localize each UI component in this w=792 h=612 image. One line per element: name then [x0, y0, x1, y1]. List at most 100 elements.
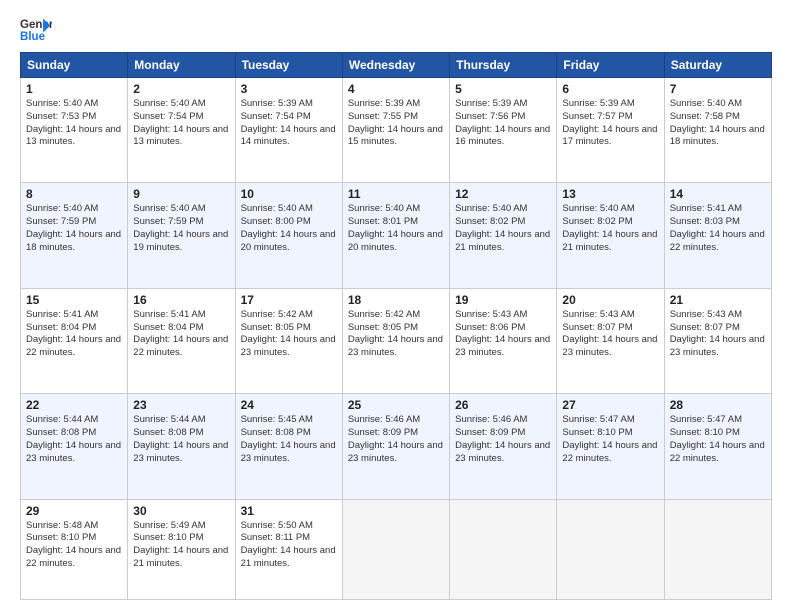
calendar-day-header: Tuesday: [235, 53, 342, 78]
day-number: 21: [670, 293, 766, 307]
cell-content: Sunrise: 5:40 AMSunset: 7:59 PMDaylight:…: [133, 203, 229, 254]
cell-content: Sunrise: 5:39 AMSunset: 7:56 PMDaylight:…: [455, 98, 551, 149]
cell-content: Sunrise: 5:46 AMSunset: 8:09 PMDaylight:…: [455, 414, 551, 465]
cell-content: Sunrise: 5:46 AMSunset: 8:09 PMDaylight:…: [348, 414, 444, 465]
day-number: 29: [26, 504, 122, 518]
calendar-cell: 3Sunrise: 5:39 AMSunset: 7:54 PMDaylight…: [235, 78, 342, 183]
day-number: 27: [562, 398, 658, 412]
cell-content: Sunrise: 5:40 AMSunset: 8:00 PMDaylight:…: [241, 203, 337, 254]
day-number: 26: [455, 398, 551, 412]
cell-content: Sunrise: 5:39 AMSunset: 7:55 PMDaylight:…: [348, 98, 444, 149]
day-number: 11: [348, 187, 444, 201]
calendar-cell: 20 Sunrise: 5:43 AMSunset: 8:07 PMDayligh…: [557, 288, 664, 393]
day-number: 3: [241, 82, 337, 96]
calendar-cell: 27 Sunrise: 5:47 AMSunset: 8:10 PMDayligh…: [557, 394, 664, 499]
calendar-cell: 14 Sunrise: 5:41 AMSunset: 8:03 PMDayligh…: [664, 183, 771, 288]
cell-content: Sunrise: 5:44 AMSunset: 8:08 PMDaylight:…: [26, 414, 122, 465]
calendar-cell: 15 Sunrise: 5:41 AMSunset: 8:04 PMDayligh…: [21, 288, 128, 393]
header: General Blue: [20, 16, 772, 44]
cell-content: Sunrise: 5:42 AMSunset: 8:05 PMDaylight:…: [348, 309, 444, 360]
cell-content: Sunrise: 5:44 AMSunset: 8:08 PMDaylight:…: [133, 414, 229, 465]
day-number: 16: [133, 293, 229, 307]
day-number: 20: [562, 293, 658, 307]
calendar-cell: 8 Sunrise: 5:40 AMSunset: 7:59 PMDaylight…: [21, 183, 128, 288]
day-number: 8: [26, 187, 122, 201]
cell-content: Sunrise: 5:43 AMSunset: 8:07 PMDaylight:…: [670, 309, 766, 360]
calendar-cell: 1 Sunrise: 5:40 AMSunset: 7:53 PMDaylight…: [21, 78, 128, 183]
calendar-week-row: 22 Sunrise: 5:44 AMSunset: 8:08 PMDayligh…: [21, 394, 772, 499]
day-number: 22: [26, 398, 122, 412]
calendar-week-row: 1 Sunrise: 5:40 AMSunset: 7:53 PMDaylight…: [21, 78, 772, 183]
cell-content: Sunrise: 5:40 AMSunset: 7:58 PMDaylight:…: [670, 98, 766, 149]
calendar-week-row: 15 Sunrise: 5:41 AMSunset: 8:04 PMDayligh…: [21, 288, 772, 393]
calendar-cell: 16 Sunrise: 5:41 AMSunset: 8:04 PMDayligh…: [128, 288, 235, 393]
calendar-day-header: Wednesday: [342, 53, 449, 78]
calendar-cell: 5Sunrise: 5:39 AMSunset: 7:56 PMDaylight…: [450, 78, 557, 183]
cell-content: Sunrise: 5:40 AMSunset: 8:01 PMDaylight:…: [348, 203, 444, 254]
cell-content: Sunrise: 5:45 AMSunset: 8:08 PMDaylight:…: [241, 414, 337, 465]
logo: General Blue: [20, 16, 52, 44]
calendar-cell: 28Sunrise: 5:47 AMSunset: 8:10 PMDayligh…: [664, 394, 771, 499]
cell-content: Sunrise: 5:42 AMSunset: 8:05 PMDaylight:…: [241, 309, 337, 360]
cell-content: Sunrise: 5:40 AMSunset: 7:59 PMDaylight:…: [26, 203, 122, 254]
calendar-cell: 21 Sunrise: 5:43 AMSunset: 8:07 PMDayligh…: [664, 288, 771, 393]
day-number: 14: [670, 187, 766, 201]
calendar-cell: 23 Sunrise: 5:44 AMSunset: 8:08 PMDayligh…: [128, 394, 235, 499]
day-number: 18: [348, 293, 444, 307]
svg-text:Blue: Blue: [20, 31, 46, 43]
calendar-cell: [450, 499, 557, 600]
day-number: 19: [455, 293, 551, 307]
day-number: 25: [348, 398, 444, 412]
day-number: 28: [670, 398, 766, 412]
calendar-cell: 31 Sunrise: 5:50 AMSunset: 8:11 PMDayligh…: [235, 499, 342, 600]
page: General Blue SundayMondayTuesdayWednesda…: [0, 0, 792, 612]
calendar-cell: 13 Sunrise: 5:40 AMSunset: 8:02 PMDayligh…: [557, 183, 664, 288]
cell-content: Sunrise: 5:48 AMSunset: 8:10 PMDaylight:…: [26, 520, 122, 571]
cell-content: Sunrise: 5:41 AMSunset: 8:04 PMDaylight:…: [26, 309, 122, 360]
calendar-cell: 19 Sunrise: 5:43 AMSunset: 8:06 PMDayligh…: [450, 288, 557, 393]
cell-content: Sunrise: 5:40 AMSunset: 7:53 PMDaylight:…: [26, 98, 122, 149]
calendar-day-header: Monday: [128, 53, 235, 78]
calendar-cell: [557, 499, 664, 600]
day-number: 4: [348, 82, 444, 96]
calendar-day-header: Thursday: [450, 53, 557, 78]
calendar-cell: 29 Sunrise: 5:48 AMSunset: 8:10 PMDayligh…: [21, 499, 128, 600]
calendar-cell: 30Sunrise: 5:49 AMSunset: 8:10 PMDayligh…: [128, 499, 235, 600]
calendar-cell: 25 Sunrise: 5:46 AMSunset: 8:09 PMDayligh…: [342, 394, 449, 499]
day-number: 1: [26, 82, 122, 96]
calendar-cell: 9 Sunrise: 5:40 AMSunset: 7:59 PMDaylight…: [128, 183, 235, 288]
cell-content: Sunrise: 5:50 AMSunset: 8:11 PMDaylight:…: [241, 520, 337, 571]
calendar-cell: 17 Sunrise: 5:42 AMSunset: 8:05 PMDayligh…: [235, 288, 342, 393]
calendar-week-row: 29 Sunrise: 5:48 AMSunset: 8:10 PMDayligh…: [21, 499, 772, 600]
calendar-day-header: Friday: [557, 53, 664, 78]
cell-content: Sunrise: 5:39 AMSunset: 7:57 PMDaylight:…: [562, 98, 658, 149]
calendar-cell: 4 Sunrise: 5:39 AMSunset: 7:55 PMDaylight…: [342, 78, 449, 183]
calendar-header-row: SundayMondayTuesdayWednesdayThursdayFrid…: [21, 53, 772, 78]
cell-content: Sunrise: 5:49 AMSunset: 8:10 PMDaylight:…: [133, 520, 229, 571]
calendar-day-header: Sunday: [21, 53, 128, 78]
cell-content: Sunrise: 5:41 AMSunset: 8:03 PMDaylight:…: [670, 203, 766, 254]
calendar-cell: 24Sunrise: 5:45 AMSunset: 8:08 PMDayligh…: [235, 394, 342, 499]
calendar-cell: [342, 499, 449, 600]
day-number: 9: [133, 187, 229, 201]
day-number: 31: [241, 504, 337, 518]
cell-content: Sunrise: 5:40 AMSunset: 8:02 PMDaylight:…: [562, 203, 658, 254]
day-number: 6: [562, 82, 658, 96]
day-number: 13: [562, 187, 658, 201]
calendar-cell: 18 Sunrise: 5:42 AMSunset: 8:05 PMDayligh…: [342, 288, 449, 393]
cell-content: Sunrise: 5:43 AMSunset: 8:07 PMDaylight:…: [562, 309, 658, 360]
calendar-cell: 11 Sunrise: 5:40 AMSunset: 8:01 PMDayligh…: [342, 183, 449, 288]
cell-content: Sunrise: 5:40 AMSunset: 8:02 PMDaylight:…: [455, 203, 551, 254]
day-number: 15: [26, 293, 122, 307]
day-number: 17: [241, 293, 337, 307]
calendar-cell: 12 Sunrise: 5:40 AMSunset: 8:02 PMDayligh…: [450, 183, 557, 288]
calendar-cell: 26 Sunrise: 5:46 AMSunset: 8:09 PMDayligh…: [450, 394, 557, 499]
calendar-cell: 6 Sunrise: 5:39 AMSunset: 7:57 PMDaylight…: [557, 78, 664, 183]
cell-content: Sunrise: 5:47 AMSunset: 8:10 PMDaylight:…: [562, 414, 658, 465]
cell-content: Sunrise: 5:41 AMSunset: 8:04 PMDaylight:…: [133, 309, 229, 360]
cell-content: Sunrise: 5:43 AMSunset: 8:06 PMDaylight:…: [455, 309, 551, 360]
day-number: 23: [133, 398, 229, 412]
day-number: 12: [455, 187, 551, 201]
calendar-cell: 22 Sunrise: 5:44 AMSunset: 8:08 PMDayligh…: [21, 394, 128, 499]
logo-icon: General Blue: [20, 16, 52, 44]
